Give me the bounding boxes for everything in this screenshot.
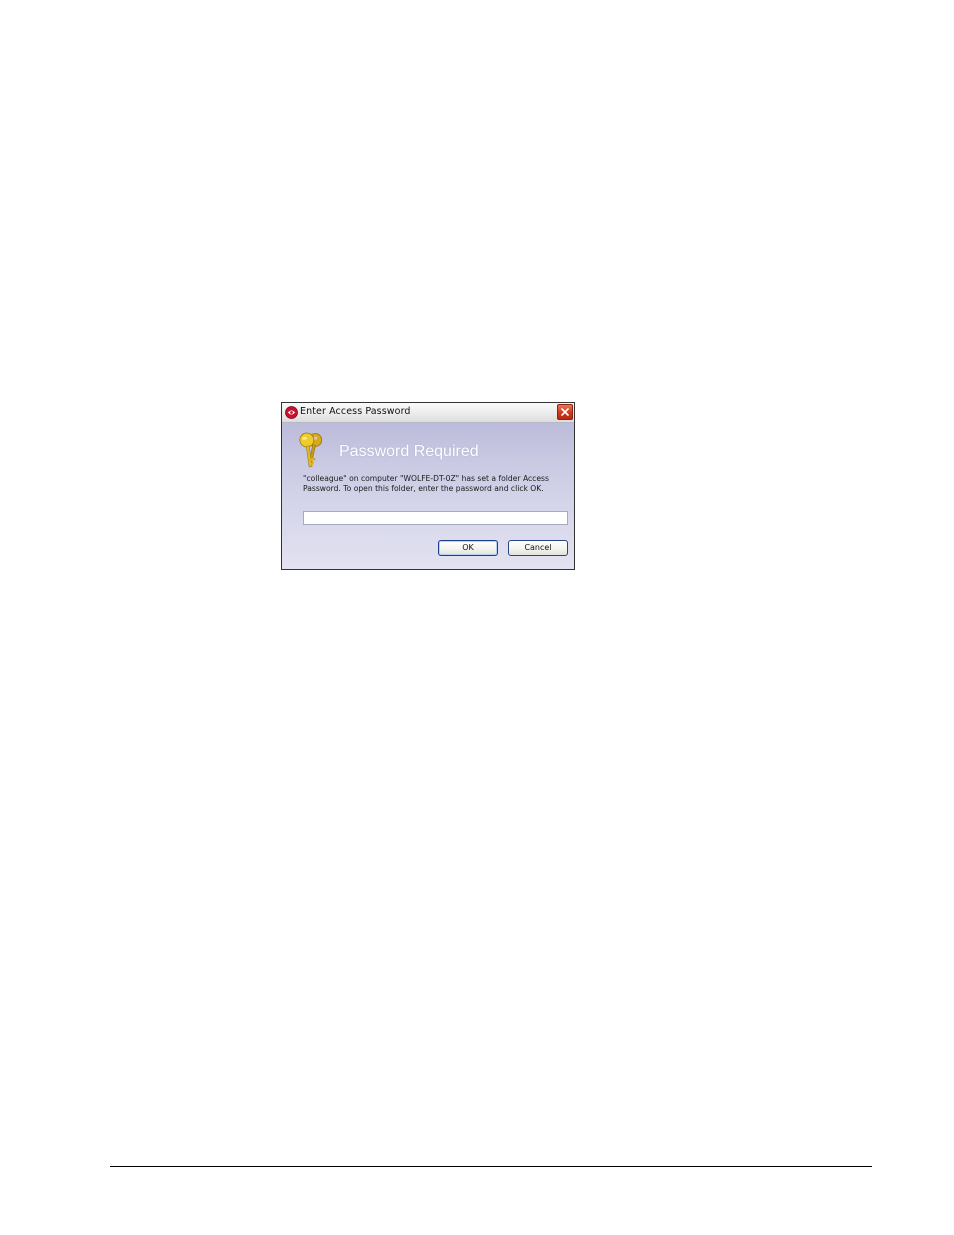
dialog-titlebar[interactable]: Enter Access Password — [282, 403, 574, 423]
enter-access-password-dialog: Enter Access Password Password Required … — [281, 402, 575, 570]
keys-icon — [298, 431, 324, 469]
close-icon — [561, 408, 569, 416]
footer-divider — [110, 1166, 872, 1167]
dialog-message: "colleague" on computer "WOLFE-DT-0Z" ha… — [303, 474, 549, 493]
dialog-heading: Password Required — [339, 443, 479, 460]
dialog-title: Enter Access Password — [300, 406, 411, 417]
password-field[interactable] — [303, 511, 568, 525]
ok-button[interactable]: OK — [438, 540, 498, 556]
app-logo-icon — [285, 406, 298, 419]
cancel-button[interactable]: Cancel — [508, 540, 568, 556]
close-button[interactable] — [557, 404, 573, 420]
